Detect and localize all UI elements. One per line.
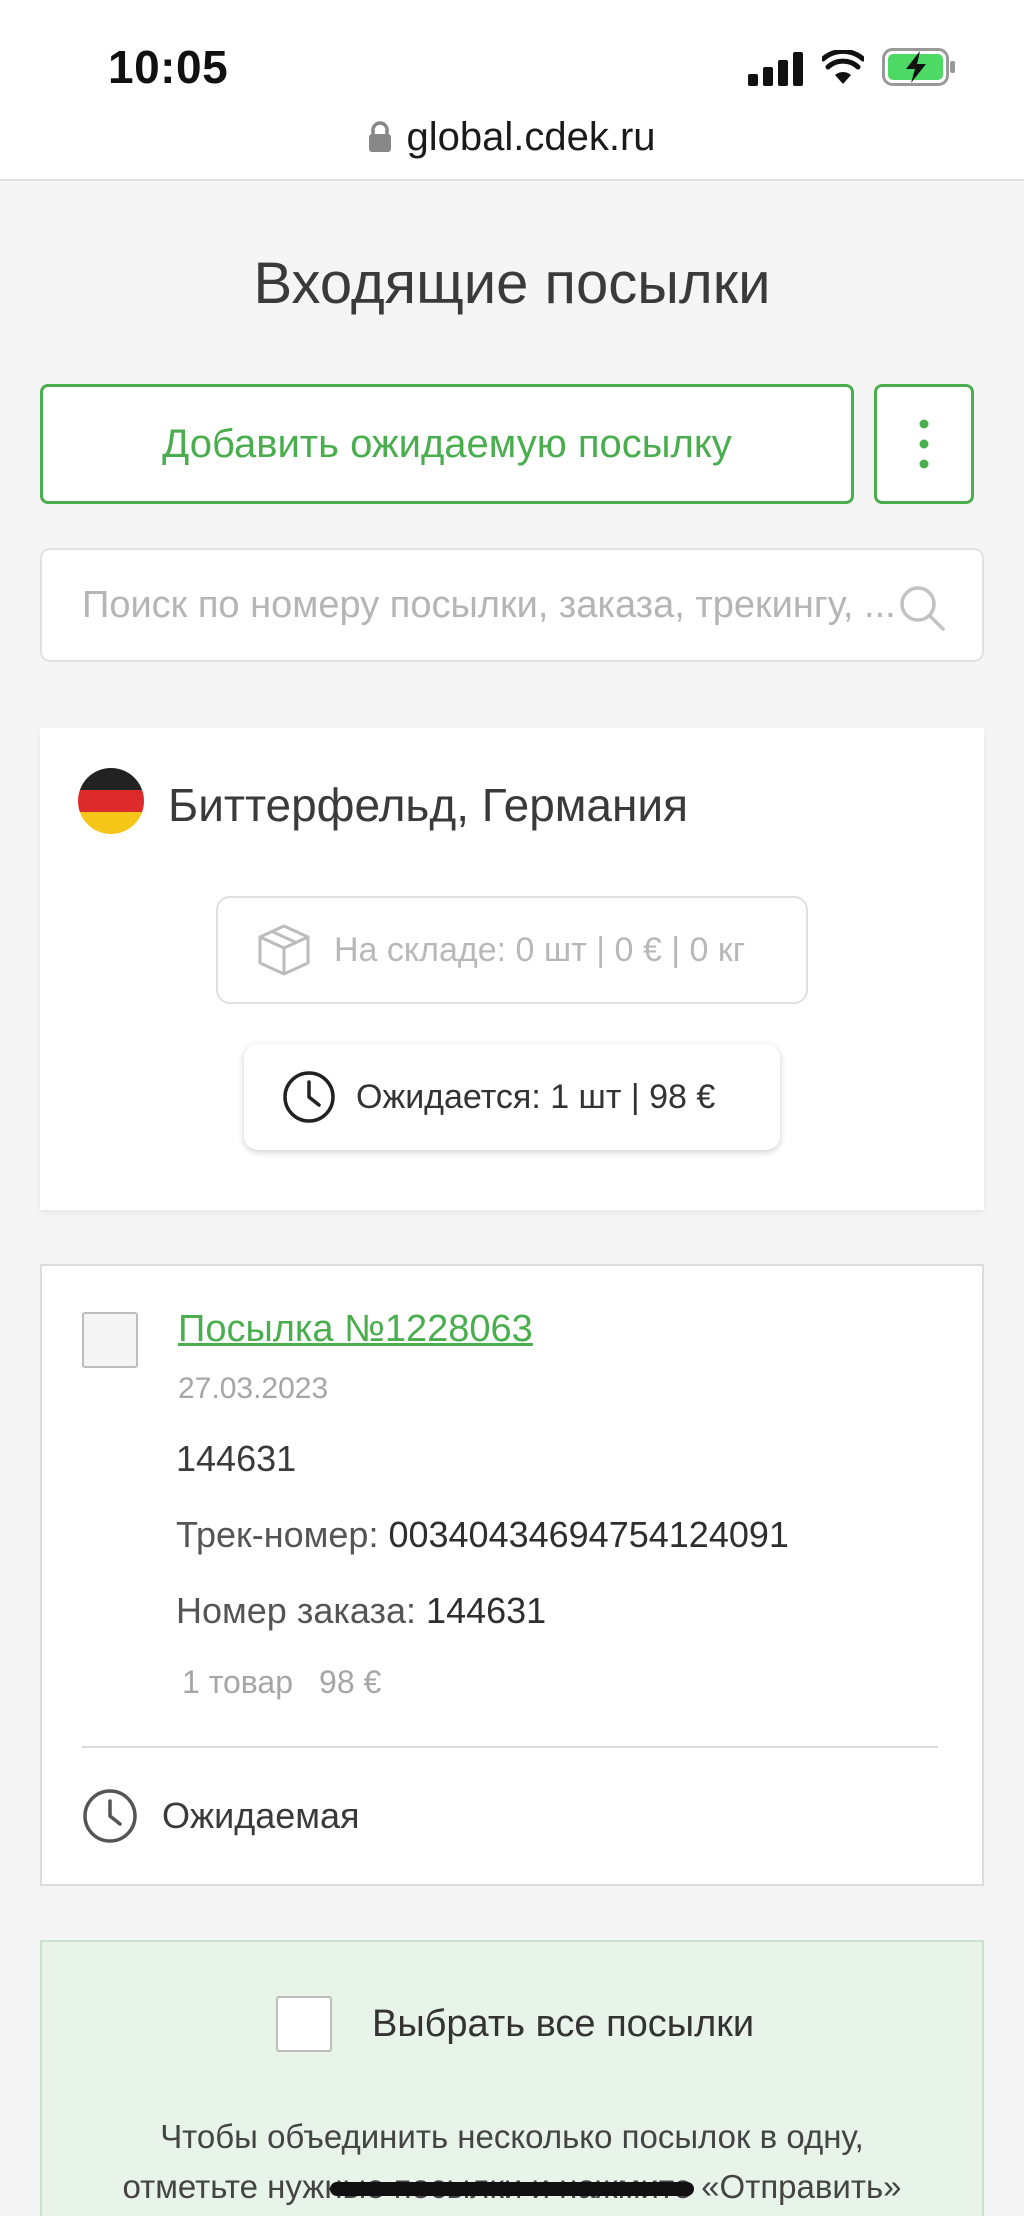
parcel-meta: 1 товар 98 € [182,1664,381,1701]
battery-charging-icon [882,48,955,86]
parcel-checkbox[interactable] [82,1312,138,1368]
search-input[interactable] [82,550,922,660]
select-all-hint-line1: Чтобы объединить несколько посылок в одн… [160,2118,864,2155]
cellular-signal-icon [748,52,803,86]
divider [82,1746,938,1748]
vertical-dots-icon [919,419,929,469]
select-all-checkbox[interactable] [276,1996,332,2052]
parcel-order-line: Номер заказа: 144631 [176,1590,546,1632]
box-icon [258,924,310,976]
track-label: Трек-номер: [176,1514,379,1555]
select-all-hint: Чтобы объединить несколько посылок в одн… [42,2112,982,2212]
parcel-date: 27.03.2023 [178,1372,329,1405]
stock-summary-text: На складе: 0 шт | 0 € | 0 кг [334,930,746,969]
add-expected-parcel-button[interactable]: Добавить ожидаемую посылку [40,384,854,504]
parcel-card: Посылка №1228063 27.03.2023 144631 Трек-… [40,1264,984,1886]
clock-icon [83,1789,137,1843]
select-all-row[interactable]: Выбрать все посылки [276,1996,754,2052]
more-options-button[interactable] [874,384,974,504]
select-all-label: Выбрать все посылки [372,2002,755,2045]
url-text: global.cdek.ru [406,114,656,159]
parcel-id-line: 144631 [176,1438,297,1479]
page-title: Входящие посылки [253,251,771,316]
select-all-panel: Выбрать все посылки Чтобы объединить нес… [40,1940,984,2216]
parcel-title-link[interactable]: Посылка №1228063 [178,1308,533,1351]
search-icon[interactable] [898,584,946,632]
warehouse-title: Биттерфельд, Германия [168,779,688,831]
parcel-status: Ожидаемая [82,1788,360,1844]
status-time: 10:05 [108,41,229,93]
expected-summary-pill[interactable]: Ожидается: 1 шт | 98 € [244,1044,780,1150]
items-count: 1 товар [182,1664,294,1700]
order-label: Номер заказа: [176,1590,417,1631]
germany-flag-icon [78,768,144,834]
expected-summary-text: Ожидается: 1 шт | 98 € [356,1077,716,1116]
home-indicator[interactable] [330,2182,694,2196]
status-bar: 10:05 global.cdek.ru [0,0,1024,181]
track-value: 00340434694754124091 [388,1514,789,1555]
parcel-price: 98 € [319,1664,382,1700]
warehouse-card: Биттерфельд, Германия На складе: 0 шт | … [40,728,984,1210]
wifi-icon [822,50,864,84]
clock-icon [283,1071,335,1123]
order-value: 144631 [426,1590,547,1631]
lock-icon [369,121,392,152]
parcel-status-text: Ожидаемая [162,1795,360,1836]
address-bar[interactable]: global.cdek.ru [0,112,1024,162]
stock-summary-pill[interactable]: На складе: 0 шт | 0 € | 0 кг [216,896,808,1004]
parcel-track-line: Трек-номер: 00340434694754124091 [176,1514,789,1556]
search-box[interactable] [40,548,984,662]
